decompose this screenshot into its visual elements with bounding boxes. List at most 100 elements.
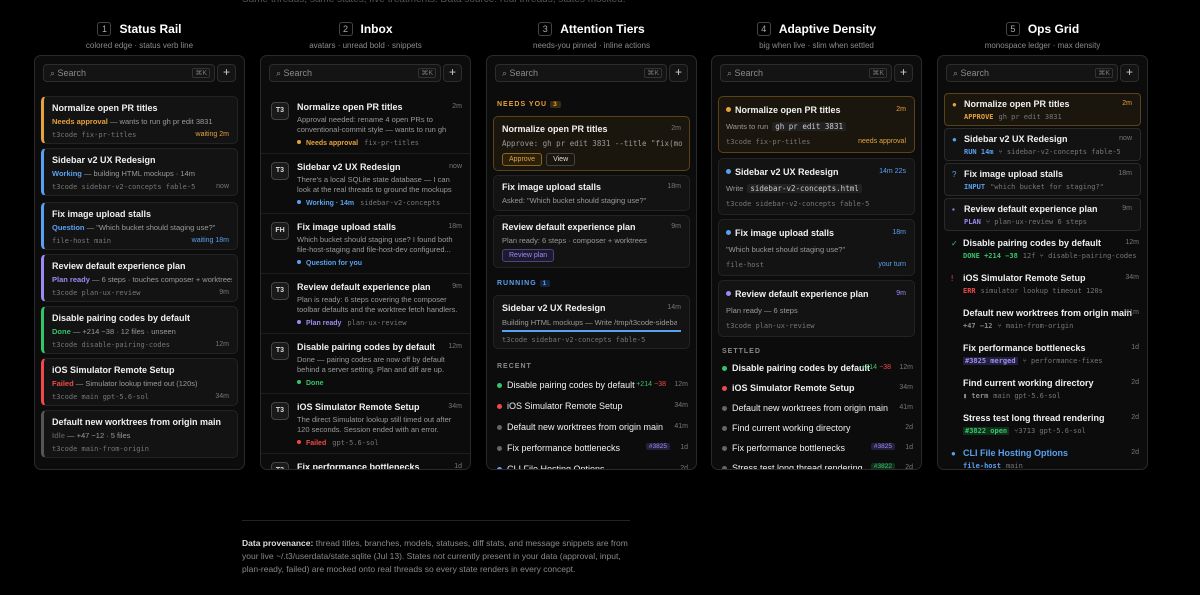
thread-time: 34m	[448, 403, 462, 410]
thread-time: 1d	[680, 444, 688, 451]
ops-code: file-host	[963, 462, 1001, 470]
running-card[interactable]: Sidebar v2 UX Redesign 14m Building HTML…	[493, 295, 690, 349]
new-thread-button[interactable]: +	[894, 64, 913, 82]
needs-card[interactable]: Review default experience plan 9m Plan r…	[493, 215, 690, 268]
inbox-row[interactable]: T3 Review default experience plan 9m Plan i…	[261, 276, 470, 334]
search-input[interactable]: ⌕ Search ⌘K	[720, 64, 892, 82]
ops-code: APPROVE	[964, 113, 994, 121]
settled-row[interactable]: Default new worktrees from origin main 41…	[712, 401, 921, 419]
thread-card[interactable]: Review default experience plan Plan ready…	[41, 254, 238, 302]
ops-row[interactable]: ✓ Disable pairing codes by default 12m DONE…	[938, 233, 1147, 266]
status-line: Question — "Which bucket should staging …	[52, 223, 232, 232]
needs-card[interactable]: Normalize open PR titles 2m Approve: gh …	[493, 116, 690, 171]
inbox-row[interactable]: T3 Sidebar v2 UX Redesign now There's a loc…	[261, 156, 470, 214]
ops-row[interactable]: ● CLI File Hosting Options 2d file-host main	[938, 443, 1147, 470]
avatar: T3	[271, 342, 289, 360]
thread-card[interactable]: iOS Simulator Remote Setup Failed — Simul…	[41, 358, 238, 406]
live-card[interactable]: Fix image upload stalls 18m "Which bucket …	[718, 219, 915, 276]
thread-title: Fix image upload stalls	[964, 169, 1064, 179]
ops-row[interactable]: ● Sidebar v2 UX Redesign now RUN 14m ⑂ sideb…	[944, 128, 1141, 161]
ops-ledger: APPROVE gh pr edit 3831	[964, 113, 1062, 121]
ops-row[interactable]: ▪ Review default experience plan 9m PLAN ⑂ p…	[944, 198, 1141, 231]
live-card[interactable]: Sidebar v2 UX Redesign 14m 22s Write sideba…	[718, 158, 915, 215]
ops-row[interactable]: Stress test long thread rendering 2d #3822…	[938, 408, 1147, 441]
inbox-row[interactable]: T3 Disable pairing codes by default 12m Don…	[261, 336, 470, 394]
search-input[interactable]: ⌕ Search ⌘K	[43, 64, 215, 82]
status-line: Plan ready plan-ux-review	[297, 319, 406, 327]
new-thread-button[interactable]: +	[669, 64, 688, 82]
ops-row[interactable]: ? Fix image upload stalls 18m INPUT "which b…	[944, 163, 1141, 196]
thread-card[interactable]: Disable pairing codes by default Done — +…	[41, 306, 238, 354]
ops-detail: 12f ⑂ disable-pairing-codes	[1022, 252, 1137, 260]
avatar: T3	[271, 282, 289, 300]
ops-row[interactable]: ! iOS Simulator Remote Setup 34m ERR simulat…	[938, 268, 1147, 301]
inbox-row[interactable]: T3 Fix performance bottlenecks 1d	[261, 456, 470, 469]
thread-meta: t3code plan-ux-review	[52, 289, 141, 297]
review-plan-button[interactable]: Review plan	[502, 249, 555, 262]
branch: fix-pr-titles	[364, 139, 419, 147]
status-line: Failed gpt-5.6-sol	[297, 439, 379, 447]
recent-row[interactable]: CLI File Hosting Options 2d	[487, 462, 696, 469]
status-desc: — wants to run gh pr edit 3831	[109, 117, 213, 126]
thread-card[interactable]: Sidebar v2 UX Redesign Working — building…	[41, 148, 238, 196]
recent-header: RECENT	[497, 363, 532, 370]
top-cut-text: Same threads, same states, five treatmen…	[242, 0, 742, 5]
live-card[interactable]: Normalize open PR titles 2m Wants to run gh…	[718, 96, 915, 153]
live-card[interactable]: Review default experience plan 9m Plan rea…	[718, 280, 915, 337]
thread-title: Fix performance bottlenecks	[507, 443, 621, 453]
search-input[interactable]: ⌕ Search ⌘K	[495, 64, 667, 82]
avatar: T3	[271, 462, 289, 469]
avatar: FH	[271, 222, 289, 240]
new-thread-button[interactable]: +	[443, 64, 462, 82]
thread-time: 34m	[674, 402, 688, 409]
thread-time: 2d	[905, 424, 913, 431]
ops-code: ▮ term	[963, 392, 989, 400]
status-dot	[726, 107, 731, 112]
ops-row[interactable]: Find current working directory 2d ▮ term ma…	[938, 373, 1147, 406]
diff-add: +214	[861, 364, 877, 371]
column-title: Adaptive Density	[778, 22, 877, 36]
thread-time: 34m	[1125, 274, 1139, 281]
ops-ledger: file-host main	[963, 462, 1023, 470]
inbox-row[interactable]: T3 Normalize open PR titles 2m Approval nee…	[261, 96, 470, 154]
status-line: Done — +214 −38 · 12 files · unseen	[52, 327, 232, 336]
ops-row[interactable]: ● Normalize open PR titles 2m APPROVE gh pr …	[944, 93, 1141, 126]
thread-title: Fix image upload stalls	[52, 209, 152, 219]
search-input[interactable]: ⌕ Search ⌘K	[946, 64, 1118, 82]
status-line: Idle — +47 −12 · 5 files	[52, 431, 232, 440]
recent-row[interactable]: iOS Simulator Remote Setup 34m	[487, 399, 696, 417]
ops-ledger: PLAN ⑂ plan-ux-review 6 steps	[964, 218, 1087, 226]
avatar: T3	[271, 402, 289, 420]
ops-row[interactable]: Default new worktrees from origin main 41…	[938, 303, 1147, 336]
new-thread-button[interactable]: +	[217, 64, 236, 82]
thread-title: Stress test long thread rendering	[732, 463, 863, 470]
inbox-row[interactable]: FH Fix image upload stalls 18m Which bucket…	[261, 216, 470, 274]
settled-row[interactable]: Disable pairing codes by default +214 −38 1…	[712, 361, 921, 379]
new-thread-button[interactable]: +	[1120, 64, 1139, 82]
thread-title: Fix image upload stalls	[502, 182, 602, 192]
approve-button[interactable]: Approve	[502, 153, 543, 166]
search-input[interactable]: ⌕ Search ⌘K	[269, 64, 441, 82]
status-desc: — "Which bucket should staging use?"	[86, 223, 216, 232]
status-dot	[497, 446, 502, 451]
settled-row[interactable]: iOS Simulator Remote Setup 34m	[712, 381, 921, 399]
ops-code: INPUT	[964, 183, 986, 191]
recent-row[interactable]: Disable pairing codes by default +214 −38 1…	[487, 378, 696, 396]
view-button[interactable]: View	[546, 153, 576, 166]
ops-ledger: DONE +214 −38 12f ⑂ disable-pairing-codes	[963, 252, 1137, 260]
needs-card[interactable]: Fix image upload stalls 18m Asked: "Whic…	[493, 175, 690, 211]
settled-row[interactable]: Fix performance bottlenecks #3825 1d	[712, 441, 921, 459]
inbox-row[interactable]: T3 iOS Simulator Remote Setup 34m The direc…	[261, 396, 470, 454]
thread-title: Default new worktrees from origin main	[507, 422, 664, 432]
settled-row[interactable]: Find current working directory 2d	[712, 421, 921, 439]
ops-row[interactable]: Fix performance bottlenecks 1d #3825 merge…	[938, 338, 1147, 371]
thread-card[interactable]: Default new worktrees from origin main Id…	[41, 410, 238, 458]
thread-card[interactable]: Normalize open PR titles Needs approval —…	[41, 96, 238, 144]
settled-row[interactable]: Stress test long thread rendering #3822 2d	[712, 461, 921, 470]
thread-time: 34m	[899, 384, 913, 391]
thread-card[interactable]: Fix image upload stalls Question — "Which…	[41, 202, 238, 250]
recent-row[interactable]: Fix performance bottlenecks #3825 1d	[487, 441, 696, 459]
recent-row[interactable]: Default new worktrees from origin main 41…	[487, 420, 696, 438]
thread-time: 12m	[674, 381, 688, 388]
column-title: Ops Grid	[1027, 22, 1080, 36]
